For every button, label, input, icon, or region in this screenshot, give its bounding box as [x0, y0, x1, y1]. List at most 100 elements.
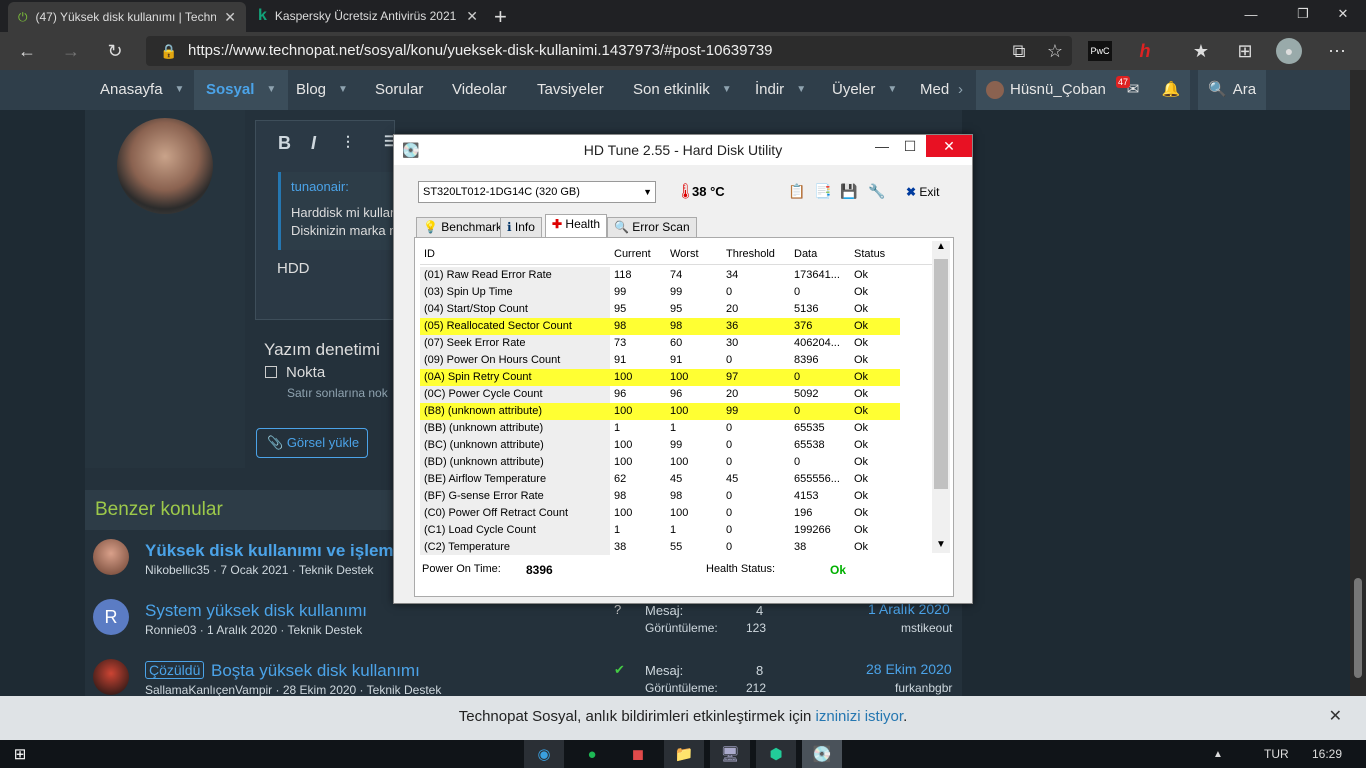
refresh-icon[interactable]: ↻: [100, 36, 130, 66]
options-icon[interactable]: 🔧: [868, 182, 886, 200]
table-row[interactable]: (BC) (unknown attribute) 100 99 0 65538 Ok: [420, 437, 932, 454]
hdtune-maximize-icon[interactable]: ☐: [896, 135, 924, 157]
table-row[interactable]: (07) Seek Error Rate 73 60 30 406204... Ok: [420, 335, 932, 352]
tray-expand-icon[interactable]: ▲: [1198, 740, 1238, 768]
last-poster[interactable]: mstikeout: [901, 621, 952, 635]
scroll-down-icon[interactable]: ▼: [936, 539, 946, 550]
nav-sosyal[interactable]: Sosyal ▼: [194, 70, 289, 110]
file-explorer-icon[interactable]: 📁: [664, 740, 704, 768]
nav-sorular[interactable]: Sorular: [375, 70, 423, 110]
hdtune-taskbar-icon[interactable]: 💽: [802, 740, 842, 768]
col-header[interactable]: Status: [850, 243, 900, 264]
table-scrollbar-thumb[interactable]: [934, 259, 948, 489]
solved-prefix-badge[interactable]: Çözüldü: [145, 661, 205, 679]
forward-icon[interactable]: →: [56, 36, 86, 66]
caret-down-icon[interactable]: ▼: [887, 70, 897, 110]
discord-icon[interactable]: ◼: [618, 740, 658, 768]
thread-title-link[interactable]: System yüksek disk kullanımı: [145, 601, 367, 621]
new-tab-icon[interactable]: +: [494, 4, 507, 30]
table-row[interactable]: (BD) (unknown attribute) 100 100 0 0 Ok: [420, 454, 932, 471]
windows-start-icon[interactable]: ⊞: [0, 740, 40, 768]
bold-icon[interactable]: B: [278, 133, 291, 154]
tab-health[interactable]: ✚ Health: [545, 214, 608, 237]
nav-scroll-right-icon[interactable]: ›: [958, 70, 963, 110]
caret-down-icon[interactable]: ▼: [338, 70, 348, 110]
nav-med[interactable]: Med: [920, 70, 949, 110]
caret-down-icon[interactable]: ▼: [175, 70, 185, 110]
table-row[interactable]: (BB) (unknown attribute) 1 1 0 65535 Ok: [420, 420, 932, 437]
editor-body[interactable]: HDD: [277, 260, 310, 277]
back-icon[interactable]: ←: [12, 36, 42, 66]
close-tab-icon[interactable]: ✕: [224, 9, 236, 26]
nav-tavsiyeler[interactable]: Tavsiyeler: [537, 70, 604, 110]
extension-pwc-icon[interactable]: PwC: [1088, 41, 1112, 61]
caret-down-icon[interactable]: ▼: [796, 70, 806, 110]
table-row[interactable]: (05) Reallocated Sector Count 98 98 36 376 Ok: [420, 318, 932, 335]
page-scrollbar-thumb[interactable]: [1354, 578, 1362, 678]
clock[interactable]: 16:29: [1312, 740, 1342, 768]
scroll-up-icon[interactable]: ▲: [936, 241, 946, 252]
favorite-add-icon[interactable]: ☆: [1040, 36, 1070, 66]
notification-permission-link[interactable]: izninizi istiyor: [816, 708, 904, 725]
caret-down-icon[interactable]: ▼: [722, 70, 732, 110]
last-post-date[interactable]: 28 Ekim 2020: [866, 661, 952, 677]
extension-h-icon[interactable]: h: [1130, 36, 1160, 66]
spell-check-checkbox[interactable]: [265, 366, 277, 378]
table-row[interactable]: (C2) Temperature 38 55 0 38 Ok: [420, 539, 932, 555]
nav-uyeler[interactable]: Üyeler ▼: [832, 70, 897, 110]
caret-down-icon[interactable]: ▼: [266, 70, 276, 110]
bell-icon[interactable]: 🔔: [1152, 70, 1190, 110]
thread-avatar[interactable]: R: [93, 599, 129, 635]
col-header[interactable]: Current: [610, 243, 666, 264]
search-button[interactable]: 🔍 Ara: [1198, 70, 1267, 110]
table-row[interactable]: (C0) Power Off Retract Count 100 100 0 196 Ok: [420, 505, 932, 522]
nav-videolar[interactable]: Videolar: [452, 70, 507, 110]
user-menu[interactable]: Hüsnü_Çoban: [976, 70, 1116, 110]
table-row[interactable]: (01) Raw Read Error Rate 118 74 34 173641...…: [420, 267, 932, 284]
copy-text-icon[interactable]: 📋: [788, 182, 806, 200]
col-header[interactable]: Worst: [666, 243, 722, 264]
thread-avatar[interactable]: [93, 659, 129, 695]
favorites-icon[interactable]: ★: [1186, 36, 1216, 66]
table-row[interactable]: (0A) Spin Retry Count 100 100 97 0 Ok: [420, 369, 932, 386]
col-header[interactable]: Data: [790, 243, 850, 264]
nav-anasayfa[interactable]: Anasayfa ▼: [100, 70, 184, 110]
copy-screenshot-icon[interactable]: 📑: [814, 182, 832, 200]
menu-dots-icon[interactable]: ⋯: [1322, 36, 1352, 66]
nav-son-etkinlik[interactable]: Son etkinlik ▼: [633, 70, 732, 110]
table-row[interactable]: (BF) G-sense Error Rate 98 98 0 4153 Ok: [420, 488, 932, 505]
thread-avatar[interactable]: [93, 539, 129, 575]
inbox-icon[interactable]: ✉ 47: [1114, 70, 1152, 110]
kaspersky-taskbar-icon[interactable]: ⬢: [756, 740, 796, 768]
browser-tab[interactable]: k Kaspersky Ücretsiz Antivirüs 2021 ✕: [248, 0, 488, 32]
more-options-icon[interactable]: ⋮: [341, 133, 355, 150]
profile-icon[interactable]: ●: [1276, 38, 1302, 64]
url-field[interactable]: 🔒 https://www.technopat.net/sosyal/konu/…: [146, 36, 1072, 66]
last-poster[interactable]: furkanbgbr: [895, 681, 952, 695]
spotify-icon[interactable]: ●: [572, 740, 612, 768]
tab-error-scan[interactable]: 🔍 Error Scan: [607, 217, 697, 237]
table-row[interactable]: (C1) Load Cycle Count 1 1 0 199266 Ok: [420, 522, 932, 539]
exit-button[interactable]: ✖ Exit: [906, 181, 939, 203]
smart-table[interactable]: ID Current Worst Threshold Data Status (…: [420, 239, 932, 555]
save-icon[interactable]: 💾: [840, 182, 858, 200]
upload-image-button[interactable]: 📎 Görsel yükle: [256, 428, 368, 458]
table-row[interactable]: (03) Spin Up Time 99 99 0 0 Ok: [420, 284, 932, 301]
col-header[interactable]: ID: [420, 243, 610, 264]
app-window-icon[interactable]: 🖥: [710, 740, 750, 768]
close-notification-icon[interactable]: ✕: [1329, 696, 1342, 738]
table-row[interactable]: (09) Power On Hours Count 91 91 0 8396 Ok: [420, 352, 932, 369]
thread-title-link[interactable]: Boşta yüksek disk kullanımı: [211, 661, 420, 681]
table-row[interactable]: (BE) Airflow Temperature 62 45 45 655556... O…: [420, 471, 932, 488]
close-window-icon[interactable]: ✕: [1320, 0, 1366, 28]
hdtune-close-icon[interactable]: ✕: [926, 135, 972, 157]
hdtune-minimize-icon[interactable]: —: [868, 135, 896, 157]
nav-blog[interactable]: Blog ▼: [296, 70, 348, 110]
tab-benchmark[interactable]: 💡 Benchmark: [416, 217, 509, 237]
browser-tab-active[interactable]: ⏻ (47) Yüksek disk kullanımı | Technopat…: [8, 2, 246, 32]
page-scrollbar[interactable]: [1350, 70, 1366, 696]
col-header[interactable]: Threshold: [722, 243, 790, 264]
minimize-icon[interactable]: —: [1228, 0, 1274, 28]
close-tab-icon[interactable]: ✕: [466, 8, 478, 25]
tab-info[interactable]: ℹ Info: [500, 217, 542, 237]
